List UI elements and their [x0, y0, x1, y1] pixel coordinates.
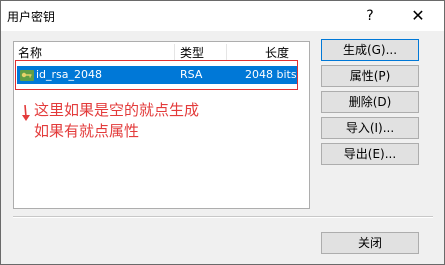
delete-button[interactable]: 删除(D) [321, 91, 419, 113]
divider-highlight [13, 217, 433, 218]
window-title: 用户密钥 [7, 10, 56, 24]
column-separator [226, 44, 227, 60]
close-button[interactable]: 关闭 [321, 232, 419, 254]
title-bar: 用户密钥 ? ✕ [1, 1, 444, 31]
highlight-box [15, 60, 298, 90]
annotation-text: 这里如果是空的就点生成 如果有就点属性 [34, 100, 199, 142]
help-button[interactable]: ? [347, 1, 393, 31]
properties-button[interactable]: 属性(P) [321, 65, 419, 87]
export-button[interactable]: 导出(E)... [321, 143, 419, 165]
column-header-type[interactable]: 类型 [180, 44, 204, 61]
annotation-line-1: 这里如果是空的就点生成 [34, 101, 200, 119]
annotation-line-2: 如果有就点属性 [34, 122, 140, 140]
generate-button[interactable]: 生成(G)... [321, 39, 419, 61]
column-header-length[interactable]: 长度 [265, 44, 289, 61]
close-window-button[interactable]: ✕ [395, 1, 441, 31]
arrow-down-icon [22, 105, 30, 121]
list-header: 名称 类型 长度 [14, 42, 309, 62]
column-header-name[interactable]: 名称 [18, 44, 42, 61]
column-separator [174, 44, 175, 60]
user-keys-dialog: 用户密钥 ? ✕ 名称 类型 长度 id_rsa_2048 RSA 2048 b… [0, 0, 445, 265]
import-button[interactable]: 导入(I)... [321, 117, 419, 139]
